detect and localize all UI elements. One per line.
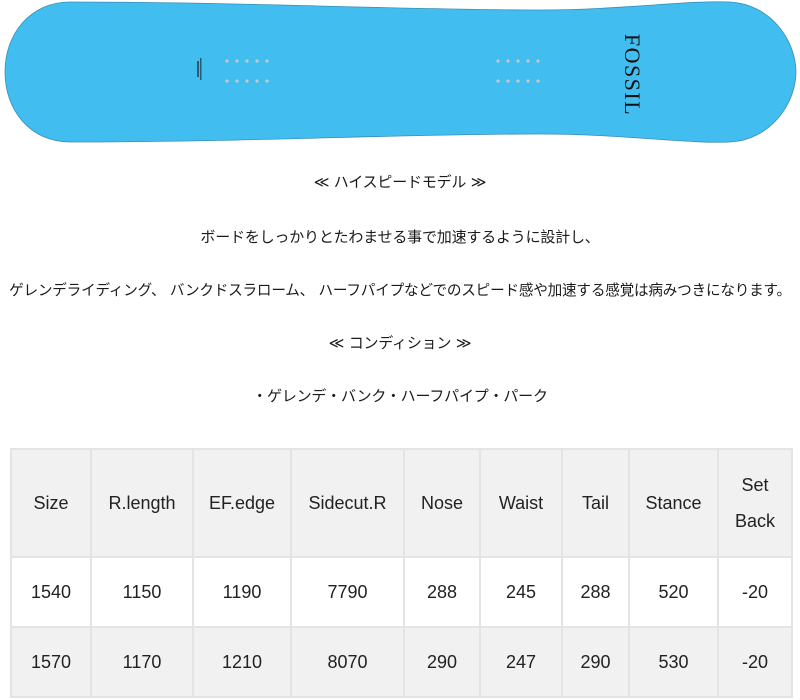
snowboard-graphic: FOSSIL xyxy=(4,1,797,143)
cell-waist: 247 xyxy=(479,626,563,698)
insert-hole xyxy=(496,79,500,83)
header-set-back: Set Back xyxy=(717,448,793,558)
condition-heading: ≪ コンディション ≫ xyxy=(328,334,472,352)
insert-hole xyxy=(225,79,229,83)
spec-table-header-row: Size R.length EF.edge Sidecut.R Nose Wai… xyxy=(10,448,793,558)
header-stance: Stance xyxy=(628,448,719,558)
cell-waist: 245 xyxy=(479,556,563,628)
header-set-back-line2: Back xyxy=(734,511,776,531)
cell-nose: 290 xyxy=(403,626,481,698)
insert-hole xyxy=(265,59,269,63)
description-line-1: ボードをしっかりとたわませる事で加速するように設計し、 xyxy=(200,228,600,246)
insert-hole xyxy=(536,59,540,63)
cell-stance: 520 xyxy=(628,556,719,628)
snowboard-deck xyxy=(4,1,797,143)
condition-list: ・ゲレンデ・バンク・ハーフパイプ・パーク xyxy=(252,387,548,405)
header-running-length: R.length xyxy=(90,448,194,558)
cell-tail: 290 xyxy=(561,626,630,698)
insert-hole xyxy=(255,59,259,63)
cell-stance: 530 xyxy=(628,626,719,698)
cell-sidecut-radius: 8070 xyxy=(290,626,405,698)
cell-nose: 288 xyxy=(403,556,481,628)
header-sidecut-radius: Sidecut.R xyxy=(290,448,405,558)
header-set-back-line1: Set xyxy=(741,475,769,495)
table-row: 1570 1170 1210 8070 290 247 290 530 -20 xyxy=(10,626,793,698)
insert-hole xyxy=(526,59,530,63)
cell-size: 1570 xyxy=(10,626,92,698)
insert-hole xyxy=(255,79,259,83)
insert-hole xyxy=(496,59,500,63)
model-heading: ≪ ハイスピードモデル ≫ xyxy=(313,173,487,191)
insert-hole xyxy=(506,79,510,83)
header-size: Size xyxy=(10,448,92,558)
insert-hole xyxy=(506,59,510,63)
insert-hole xyxy=(526,79,530,83)
cell-effective-edge: 1210 xyxy=(192,626,292,698)
insert-hole xyxy=(536,79,540,83)
insert-hole xyxy=(235,59,239,63)
snowboard-image: FOSSIL xyxy=(0,0,800,146)
table-row: 1540 1150 1190 7790 288 245 288 520 -20 xyxy=(10,556,793,628)
insert-hole xyxy=(245,59,249,63)
header-effective-edge: EF.edge xyxy=(192,448,292,558)
insert-hole xyxy=(265,79,269,83)
cell-tail: 288 xyxy=(561,556,630,628)
cell-running-length: 1150 xyxy=(90,556,194,628)
cell-size: 1540 xyxy=(10,556,92,628)
header-tail: Tail xyxy=(561,448,630,558)
brand-logo-fossil: FOSSIL xyxy=(620,34,645,116)
spec-table: Size R.length EF.edge Sidecut.R Nose Wai… xyxy=(10,448,793,698)
insert-hole xyxy=(516,59,520,63)
cell-sidecut-radius: 7790 xyxy=(290,556,405,628)
insert-hole xyxy=(235,79,239,83)
description-line-2: ゲレンデライディング、 バンクドスラローム、 ハーフパイプなどでのスピード感や加… xyxy=(9,282,791,299)
cell-set-back: -20 xyxy=(717,626,793,698)
header-nose: Nose xyxy=(403,448,481,558)
insert-hole xyxy=(245,79,249,83)
cell-running-length: 1170 xyxy=(90,626,194,698)
header-waist: Waist xyxy=(479,448,563,558)
insert-hole xyxy=(225,59,229,63)
insert-hole xyxy=(516,79,520,83)
cell-effective-edge: 1190 xyxy=(192,556,292,628)
cell-set-back: -20 xyxy=(717,556,793,628)
